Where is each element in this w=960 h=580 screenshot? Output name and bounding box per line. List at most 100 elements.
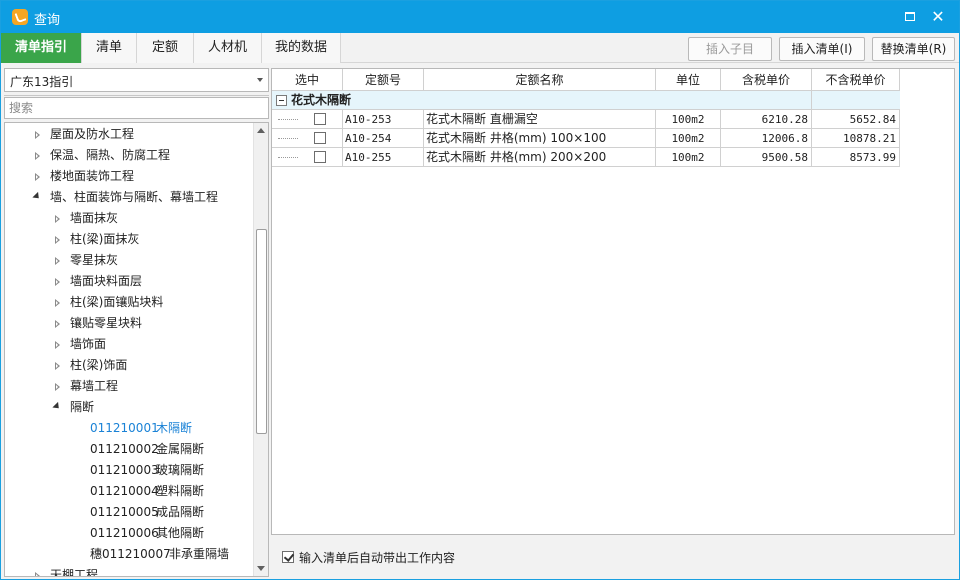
tree-node-label: 墙、柱面装饰与隔断、幕墙工程 [50, 190, 219, 204]
tree-node[interactable]: 屋面及防水工程 [5, 124, 250, 145]
guide-library-select[interactable]: 广东13指引 [4, 68, 269, 92]
scroll-up-icon[interactable] [257, 128, 265, 133]
tree-leaf[interactable]: 011210003 玻璃隔断 [5, 460, 250, 481]
auto-content-checkbox[interactable] [282, 551, 294, 563]
expand-arrow-icon[interactable] [55, 236, 60, 244]
scroll-down-icon[interactable] [257, 566, 265, 571]
expand-arrow-icon[interactable] [55, 278, 60, 286]
table-row[interactable]: A10-253 花式木隔断 直栅漏空 100m2 6210.28 5652.84 [272, 110, 900, 129]
expand-arrow-icon[interactable] [55, 383, 60, 391]
tree-node[interactable]: 墙饰面 [5, 334, 250, 355]
tree-node[interactable]: 楼地面装饰工程 [5, 166, 250, 187]
collapse-arrow-icon[interactable] [52, 401, 62, 412]
column-header-unit[interactable]: 单位 [656, 69, 721, 91]
tree-node-label: 墙面抹灰 [70, 211, 119, 225]
expand-arrow-icon[interactable] [35, 152, 40, 160]
tree-leaf[interactable]: 穗011210007 非承重隔墙 [5, 544, 250, 565]
expand-arrow-icon[interactable] [55, 341, 60, 349]
leaf-code: 011210001 [90, 421, 159, 435]
auto-content-label[interactable]: 输入清单后自动带出工作内容 [299, 549, 455, 566]
expand-arrow-icon[interactable] [55, 362, 60, 370]
left-panel: 广东13指引 屋面及防水工程 保温、隔热、防腐工程 楼地面装饰工程 墙、 [4, 68, 269, 577]
leaf-name: 玻璃隔断 [156, 463, 205, 477]
column-header-price-tax[interactable]: 含税单价 [721, 69, 812, 91]
column-header-price-notax[interactable]: 不含税单价 [812, 69, 900, 91]
tree-line [278, 157, 298, 158]
tab-labor-material-machine[interactable]: 人材机 [194, 33, 262, 63]
collapse-arrow-icon[interactable] [32, 191, 42, 202]
tree-node[interactable]: 柱(梁)面镶贴块料 [5, 292, 250, 313]
expand-arrow-icon[interactable] [35, 131, 40, 139]
column-header-name[interactable]: 定额名称 [424, 69, 656, 91]
close-button[interactable]: ✕ [928, 7, 948, 27]
tree-leaf[interactable]: 011210006 其他隔断 [5, 523, 250, 544]
tree-node[interactable]: 镶贴零星块料 [5, 313, 250, 334]
tree-node[interactable]: 墙面块料面层 [5, 271, 250, 292]
tree-node-label: 天棚工程 [50, 568, 99, 577]
scroll-thumb[interactable] [256, 229, 267, 434]
tab-my-data[interactable]: 我的数据 [262, 33, 341, 63]
tree-node[interactable]: 墙面抹灰 [5, 208, 250, 229]
expand-arrow-icon[interactable] [55, 320, 60, 328]
table-row[interactable]: A10-255 花式木隔断 井格(mm) 200×200 100m2 9500.… [272, 148, 900, 167]
search-input[interactable] [5, 98, 268, 118]
expand-arrow-icon[interactable] [35, 173, 40, 181]
tree-node[interactable]: 柱(梁)饰面 [5, 355, 250, 376]
tab-quota[interactable]: 定额 [137, 33, 194, 63]
select-cell [272, 129, 343, 148]
insert-child-button[interactable]: 插入子目 [688, 37, 772, 61]
tab-list-guide[interactable]: 清单指引 [1, 33, 82, 63]
leaf-code: 011210005 [90, 505, 159, 519]
collapse-group-icon[interactable] [276, 95, 287, 106]
leaf-name: 塑料隔断 [156, 484, 205, 498]
expand-arrow-icon[interactable] [55, 215, 60, 223]
tree-node[interactable]: 幕墙工程 [5, 376, 250, 397]
replace-list-button[interactable]: 替换清单(R) [872, 37, 955, 61]
leaf-code: 011210003 [90, 463, 159, 477]
tree-scrollbar[interactable] [253, 123, 268, 576]
divider [811, 91, 812, 110]
tab-bar: 清单指引 清单 定额 人材机 我的数据 插入子目 插入清单(I) 替换清单(R) [1, 33, 959, 63]
tree-node[interactable]: 天棚工程 [5, 565, 250, 577]
row-checkbox[interactable] [314, 132, 326, 144]
leaf-name: 金属隔断 [156, 442, 205, 456]
column-header-select[interactable]: 选中 [272, 69, 343, 91]
unit-cell: 100m2 [656, 129, 721, 148]
tree-node-label: 镶贴零星块料 [70, 316, 143, 330]
tree-leaf[interactable]: 011210004 塑料隔断 [5, 481, 250, 502]
tab-list[interactable]: 清单 [82, 33, 137, 63]
tree-node[interactable]: 墙、柱面装饰与隔断、幕墙工程 [5, 187, 250, 208]
name-cell: 花式木隔断 直栅漏空 [424, 110, 656, 129]
price-tax-cell: 9500.58 [721, 148, 812, 167]
row-checkbox[interactable] [314, 113, 326, 125]
quota-grid-panel: 选中 定额号 定额名称 单位 含税单价 不含税单价 花式木隔断 A10-253 … [271, 68, 955, 535]
tree-node[interactable]: 零星抹灰 [5, 250, 250, 271]
tree-leaf-selected[interactable]: 011210001 木隔断 [5, 418, 250, 439]
column-header-code[interactable]: 定额号 [343, 69, 424, 91]
price-tax-cell: 6210.28 [721, 110, 812, 129]
tree-node-label: 柱(梁)面镶贴块料 [70, 295, 164, 309]
tree-node[interactable]: 隔断 [5, 397, 250, 418]
leaf-code: 011210006 [90, 526, 159, 540]
tree-node-label: 柱(梁)饰面 [70, 358, 128, 372]
tree-node[interactable]: 保温、隔热、防腐工程 [5, 145, 250, 166]
name-cell: 花式木隔断 井格(mm) 100×100 [424, 129, 656, 148]
table-row[interactable]: A10-254 花式木隔断 井格(mm) 100×100 100m2 12006… [272, 129, 900, 148]
expand-arrow-icon[interactable] [35, 572, 40, 576]
tree-node-label: 幕墙工程 [70, 379, 119, 393]
tree-node-label: 屋面及防水工程 [50, 127, 135, 141]
tree-leaf[interactable]: 011210005 成品隔断 [5, 502, 250, 523]
search-box[interactable] [4, 97, 269, 119]
leaf-name: 其他隔断 [156, 526, 205, 540]
maximize-button[interactable] [900, 7, 920, 27]
tree-node[interactable]: 柱(梁)面抹灰 [5, 229, 250, 250]
leaf-name: 非承重隔墙 [169, 547, 230, 561]
price-notax-cell: 10878.21 [812, 129, 900, 148]
insert-list-button[interactable]: 插入清单(I) [779, 37, 865, 61]
group-row[interactable]: 花式木隔断 [272, 91, 900, 110]
expand-arrow-icon[interactable] [55, 299, 60, 307]
tree-node-label: 隔断 [70, 400, 95, 414]
row-checkbox[interactable] [314, 151, 326, 163]
tree-leaf[interactable]: 011210002 金属隔断 [5, 439, 250, 460]
expand-arrow-icon[interactable] [55, 257, 60, 265]
